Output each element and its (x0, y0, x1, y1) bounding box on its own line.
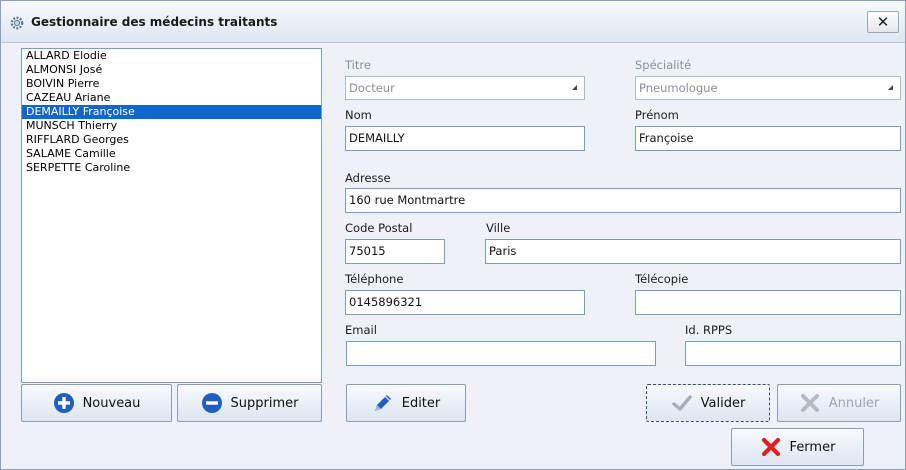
specialite-select: Pneumologue (635, 76, 901, 100)
prenom-field[interactable]: Françoise (635, 126, 901, 151)
doctor-list[interactable]: ALLARD Elodie ALMONSI José BOIVIN Pierre CA… (21, 48, 322, 383)
checkmark-icon (671, 395, 692, 411)
prenom-label: Prénom (635, 108, 679, 122)
supprimer-button[interactable]: Supprimer (177, 384, 322, 422)
minus-circle-icon (201, 393, 222, 413)
rpps-field[interactable] (685, 341, 901, 366)
annuler-button[interactable]: Annuler (777, 384, 901, 422)
telecopie-label: Télécopie (635, 272, 689, 286)
ville-field[interactable]: Paris (485, 239, 901, 264)
supprimer-label: Supprimer (230, 395, 299, 411)
dropdown-arrow-icon (572, 85, 577, 90)
fermer-button[interactable]: Fermer (731, 428, 864, 466)
close-button[interactable]: ✕ (867, 11, 899, 33)
title-bar: Gestionnaire des médecins traitants ✕ (1, 1, 905, 43)
fermer-label: Fermer (789, 439, 836, 455)
ville-label: Ville (486, 221, 511, 235)
doctor-list-item[interactable]: ALLARD Elodie (22, 49, 321, 63)
gear-icon (10, 16, 24, 30)
annuler-label: Annuler (828, 395, 880, 411)
specialite-value: Pneumologue (639, 81, 718, 95)
doctor-list-item[interactable]: CAZEAU Ariane (22, 91, 321, 105)
adresse-field[interactable]: 160 rue Montmartre (345, 188, 901, 213)
doctor-manager-window: Gestionnaire des médecins traitants ✕ AL… (0, 0, 906, 470)
nom-label: Nom (345, 108, 372, 122)
doctor-list-item[interactable]: DEMAILLY Françoise (22, 105, 321, 119)
dropdown-arrow-icon (888, 85, 893, 90)
titre-select: Docteur (345, 76, 585, 100)
plus-circle-icon (53, 393, 74, 413)
telecopie-field[interactable] (635, 290, 901, 315)
telephone-label: Téléphone (345, 272, 404, 286)
email-field[interactable] (346, 341, 656, 366)
x-icon (761, 437, 780, 457)
telephone-field[interactable]: 0145896321 (345, 290, 585, 315)
editer-label: Editer (401, 395, 441, 411)
editer-button[interactable]: Editer (346, 384, 466, 422)
doctor-list-item[interactable]: MUNSCH Thierry (22, 119, 321, 133)
x-icon (800, 394, 819, 412)
doctor-list-item[interactable]: SERPETTE Caroline (22, 161, 321, 175)
titre-value: Docteur (349, 81, 395, 95)
email-label: Email (345, 323, 377, 337)
doctor-list-item[interactable]: ALMONSI José (22, 63, 321, 77)
pencil-icon (374, 395, 391, 411)
nom-field[interactable]: DEMAILLY (345, 126, 585, 151)
valider-button[interactable]: Valider (646, 384, 770, 422)
nouveau-button[interactable]: Nouveau (21, 384, 172, 422)
nouveau-label: Nouveau (82, 395, 141, 411)
window-title: Gestionnaire des médecins traitants (31, 15, 278, 29)
code-postal-label: Code Postal (345, 221, 413, 235)
rpps-label: Id. RPPS (685, 323, 733, 337)
doctor-list-item[interactable]: SALAME Camille (22, 147, 321, 161)
valider-label: Valider (700, 395, 746, 411)
titre-label: Titre (345, 58, 371, 72)
specialite-label: Spécialité (635, 58, 692, 72)
code-postal-field[interactable]: 75015 (345, 239, 445, 264)
adresse-label: Adresse (345, 171, 391, 185)
doctor-list-item[interactable]: RIFFLARD Georges (22, 133, 321, 147)
doctor-list-item[interactable]: BOIVIN Pierre (22, 77, 321, 91)
